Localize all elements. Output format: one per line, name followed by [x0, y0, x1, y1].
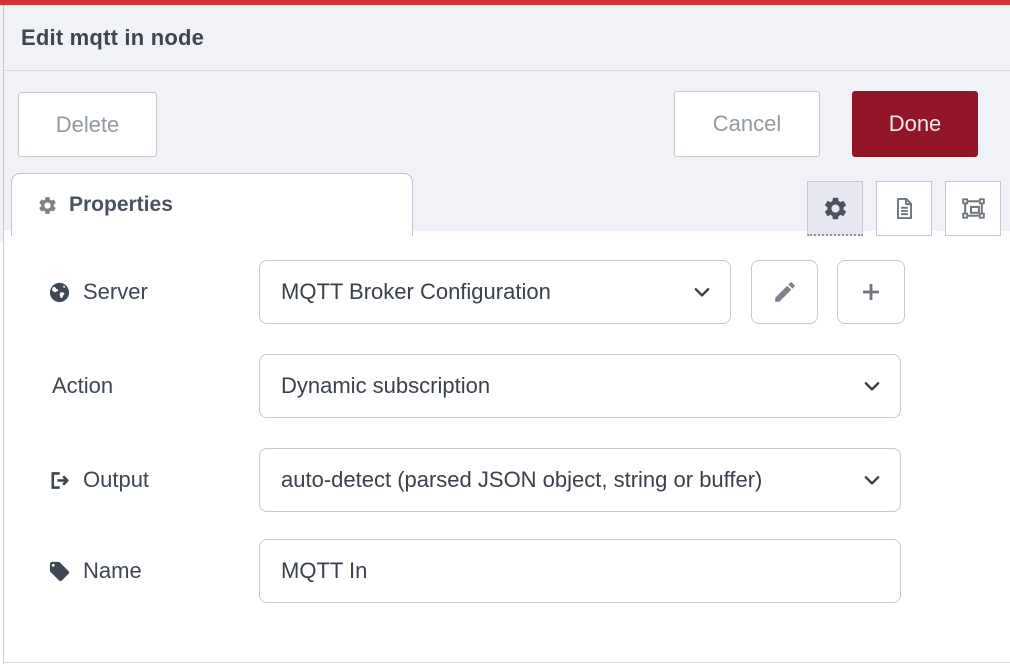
- form-row-server: Server MQTT Broker Configuration: [48, 260, 905, 324]
- appearance-icon-button[interactable]: [945, 181, 1001, 236]
- action-select[interactable]: Dynamic subscription: [259, 354, 901, 418]
- tag-icon: [48, 560, 71, 583]
- plus-icon: [858, 279, 884, 305]
- name-input[interactable]: [259, 539, 901, 603]
- edit-node-dialog: Edit mqtt in node Delete Cancel Done Pro…: [0, 0, 1010, 664]
- edit-server-config-button[interactable]: [751, 260, 818, 324]
- appearance-icon: [960, 195, 987, 222]
- dialog-chrome: Edit mqtt in node Delete Cancel Done Pro…: [0, 5, 1010, 241]
- action-select-value: Dynamic subscription: [260, 373, 900, 399]
- properties-icon-button[interactable]: [807, 181, 863, 236]
- properties-panel: Server MQTT Broker Configuration Action …: [4, 231, 1010, 664]
- server-select-value: MQTT Broker Configuration: [260, 279, 730, 305]
- delete-button[interactable]: Delete: [18, 92, 157, 157]
- output-label: Output: [48, 467, 259, 493]
- name-label: Name: [48, 558, 259, 584]
- form-row-output: Output auto-detect (parsed JSON object, …: [48, 448, 901, 512]
- document-icon: [891, 195, 918, 222]
- globe-icon: [48, 281, 71, 304]
- tab-properties[interactable]: Properties: [11, 173, 413, 236]
- server-label: Server: [48, 279, 259, 305]
- pencil-icon: [772, 279, 798, 305]
- action-label: Action: [48, 373, 259, 399]
- dialog-bottom-border: [3, 662, 1010, 663]
- done-button[interactable]: Done: [852, 91, 978, 157]
- dialog-title: Edit mqtt in node: [21, 25, 204, 51]
- form-row-action: Action Dynamic subscription: [48, 354, 901, 418]
- sign-out-icon: [48, 469, 71, 492]
- form-row-name: Name: [48, 539, 901, 603]
- cancel-button[interactable]: Cancel: [674, 91, 820, 157]
- dialog-left-border: [3, 5, 4, 664]
- cog-icon: [822, 195, 849, 222]
- output-select[interactable]: auto-detect (parsed JSON object, string …: [259, 448, 901, 512]
- tab-properties-label: Properties: [69, 193, 173, 217]
- cog-icon: [37, 195, 58, 216]
- description-icon-button[interactable]: [876, 181, 932, 236]
- server-select[interactable]: MQTT Broker Configuration: [259, 260, 731, 324]
- output-select-value: auto-detect (parsed JSON object, string …: [260, 467, 900, 493]
- add-server-config-button[interactable]: [837, 260, 905, 324]
- dialog-header: Edit mqtt in node: [4, 5, 1010, 71]
